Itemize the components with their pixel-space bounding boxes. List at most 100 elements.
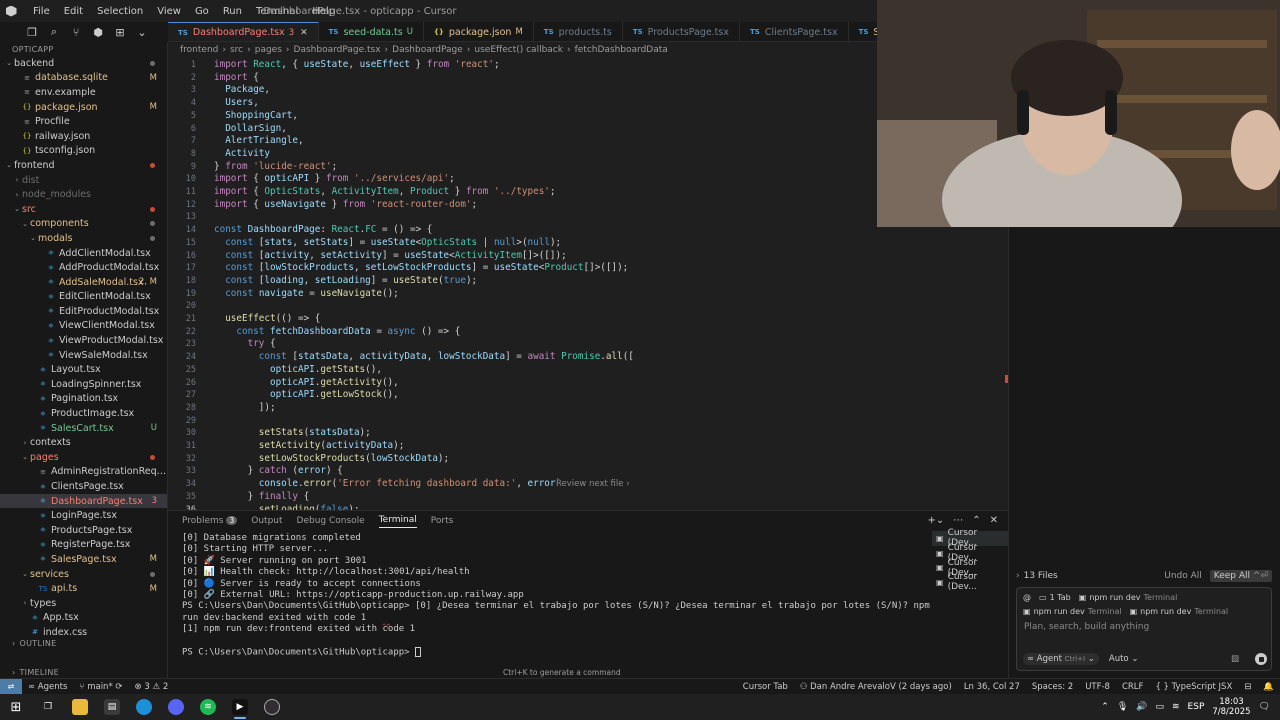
breadcrumb-item[interactable]: DashboardPage.tsx <box>294 45 381 55</box>
file-item[interactable]: ⚛ RegisterPage.tsx <box>0 538 167 553</box>
remote-icon[interactable]: ⇌ <box>0 678 22 695</box>
file-item[interactable]: ⚛ AddSaleModal.tsx 2, M <box>0 275 167 290</box>
new-terminal-icon[interactable]: +⌄ <box>927 515 944 526</box>
file-item[interactable]: {} package.json M <box>0 100 167 115</box>
tab-file[interactable]: TS DashboardPage.tsx 3 ✕ <box>168 22 319 41</box>
folder-item[interactable]: ⌄ backend <box>0 56 167 71</box>
terminal-output[interactable]: [0] Database migrations completed [0] Sta… <box>182 533 932 659</box>
folder-item[interactable]: ⌄ pages <box>0 450 167 465</box>
code-line[interactable]: 31 setActivity(activityData); <box>168 440 1008 453</box>
tab-file[interactable]: TS products.ts <box>534 22 623 41</box>
breadcrumb-item[interactable]: pages <box>255 45 282 55</box>
notifications-icon[interactable]: 🔔 <box>1257 682 1280 692</box>
folder-item[interactable]: ⌄ services <box>0 567 167 582</box>
image-icon[interactable]: ▨ <box>1231 654 1239 664</box>
code-line[interactable]: 15 const [stats, setStats] = useState<Op… <box>168 237 1008 250</box>
files-icon[interactable]: ❐ <box>24 24 40 40</box>
cursor-app-button[interactable]: ▶ <box>224 694 256 720</box>
file-item[interactable]: ⚛ AddProductModal.tsx <box>0 260 167 275</box>
undo-all-button[interactable]: Undo All <box>1164 571 1202 581</box>
code-line[interactable]: 28 ]); <box>168 402 1008 415</box>
chevron-right-icon[interactable]: › <box>1016 571 1020 581</box>
agent-prompt-input[interactable]: Plan, search, build anything <box>1017 616 1271 638</box>
source-control-icon[interactable]: ⑂ <box>68 24 84 40</box>
context-chip-terminal-3[interactable]: ▣ npm run dev Terminal <box>1130 607 1229 616</box>
clock[interactable]: 18:03 7/8/2025 <box>1212 697 1250 717</box>
keep-all-button[interactable]: Keep All ^⏎ <box>1209 570 1272 582</box>
notification-center-icon[interactable]: 🗨 <box>1259 702 1270 712</box>
file-item[interactable]: ≡ AdminRegistrationRequestsPag... <box>0 465 167 480</box>
tab-file[interactable]: TS seed-data.ts U <box>319 22 424 41</box>
agents-status[interactable]: ∞ Agents <box>22 682 73 692</box>
language-status[interactable]: { } TypeScript JSX <box>1149 682 1238 692</box>
context-chip-terminal-2[interactable]: ▣ npm run dev Terminal <box>1023 607 1122 616</box>
folder-item[interactable]: ⌄ modals <box>0 231 167 246</box>
stop-button[interactable] <box>1255 653 1267 665</box>
tab-terminal[interactable]: Terminal <box>378 515 417 528</box>
agent-mode-selector[interactable]: ∞ Agent Ctrl+I ⌄ <box>1023 653 1099 665</box>
spotify-button[interactable]: ≋ <box>192 694 224 720</box>
tab-problems[interactable]: Problems 3 <box>182 516 238 526</box>
discord-button[interactable] <box>160 694 192 720</box>
at-mention-icon[interactable]: @ <box>1023 593 1031 602</box>
eol-status[interactable]: CRLF <box>1116 682 1149 692</box>
code-line[interactable]: 25 opticAPI.getStats(), <box>168 364 1008 377</box>
file-item[interactable]: ⚛ LoadingSpinner.tsx <box>0 377 167 392</box>
file-item[interactable]: ⚛ EditClientModal.tsx <box>0 290 167 305</box>
file-item[interactable]: ≡ env.example <box>0 85 167 100</box>
file-item[interactable]: ≡ Procfile <box>0 114 167 129</box>
indentation-status[interactable]: Spaces: 2 <box>1026 682 1079 692</box>
git-blame-status[interactable]: ⚇ Dan Andre ArevaloV (2 days ago) <box>794 682 958 692</box>
file-item[interactable]: ⚛ EditProductModal.tsx <box>0 304 167 319</box>
tab-debug-console[interactable]: Debug Console <box>297 516 365 526</box>
close-icon[interactable]: ✕ <box>300 28 308 38</box>
changed-files-count[interactable]: 13 Files <box>1024 571 1058 581</box>
file-explorer-button[interactable] <box>64 694 96 720</box>
tab-output[interactable]: Output <box>251 516 282 526</box>
close-panel-icon[interactable]: ✕ <box>990 515 998 526</box>
file-item[interactable]: {} railway.json <box>0 129 167 144</box>
code-line[interactable]: 32 setLowStockProducts(lowStockData); <box>168 453 1008 466</box>
menu-go[interactable]: Go <box>188 6 216 17</box>
chevron-down-icon[interactable]: ⌄ <box>134 24 150 40</box>
menu-selection[interactable]: Selection <box>90 6 150 17</box>
folder-item[interactable]: ⌄ frontend <box>0 158 167 173</box>
tab-file[interactable]: TSSalesPage.tsxM <box>849 22 877 41</box>
model-selector[interactable]: Auto ⌄ <box>1109 654 1139 664</box>
tab-file[interactable]: {} package.json M <box>424 22 534 41</box>
file-item[interactable]: ⚛ ViewProductModal.tsx <box>0 333 167 348</box>
folder-item[interactable]: › types <box>0 596 167 611</box>
terminal-instance[interactable]: ▣ Cursor (Dev... <box>932 572 1008 592</box>
code-line[interactable]: 19 const navigate = useNavigate(); <box>168 288 1008 301</box>
file-item[interactable]: ⚛ ViewSaleModal.tsx <box>0 348 167 363</box>
code-line[interactable]: 22 const fetchDashboardData = async () =… <box>168 326 1008 339</box>
store-button[interactable]: ▤ <box>96 694 128 720</box>
obs-button[interactable] <box>256 694 288 720</box>
menu-help[interactable]: Help <box>305 6 342 17</box>
code-line[interactable]: 33 } catch (error) { <box>168 465 1008 478</box>
folder-item[interactable]: › node_modules <box>0 187 167 202</box>
file-item[interactable]: ⚛ Layout.tsx <box>0 362 167 377</box>
input-language[interactable]: ESP <box>1188 702 1205 712</box>
code-line[interactable]: 20 <box>168 300 1008 313</box>
breadcrumb-item[interactable]: DashboardPage <box>392 45 463 55</box>
file-item[interactable]: ⚛ LoginPage.tsx <box>0 508 167 523</box>
breadcrumb-item[interactable]: src <box>230 45 243 55</box>
problems-status[interactable]: ⊗ 3 ⚠ 2 <box>129 682 175 692</box>
outline-section[interactable]: › OUTLINE <box>0 636 167 650</box>
tab-file[interactable]: TS ClientsPage.tsx <box>740 22 849 41</box>
extensions-icon[interactable]: ⊞ <box>112 24 128 40</box>
code-line[interactable]: 23 try { <box>168 338 1008 351</box>
file-item[interactable]: ⚛ AddClientModal.tsx <box>0 246 167 261</box>
display-icon[interactable]: ▭ <box>1155 702 1164 712</box>
breadcrumb-item[interactable]: frontend <box>180 45 218 55</box>
cursor-tab-status[interactable]: Cursor Tab <box>737 682 794 692</box>
microphone-icon[interactable]: 🎙 <box>1117 702 1128 712</box>
file-item[interactable]: ⚛ App.tsx <box>0 611 167 626</box>
search-icon[interactable]: ⌕ <box>46 24 62 40</box>
code-line[interactable]: 35 } finally { <box>168 491 1008 504</box>
folder-item[interactable]: ⌄ src <box>0 202 167 217</box>
review-next-file-hint[interactable]: Review next file › <box>556 479 630 489</box>
tab-ports[interactable]: Ports <box>431 516 454 526</box>
menu-view[interactable]: View <box>150 6 188 17</box>
